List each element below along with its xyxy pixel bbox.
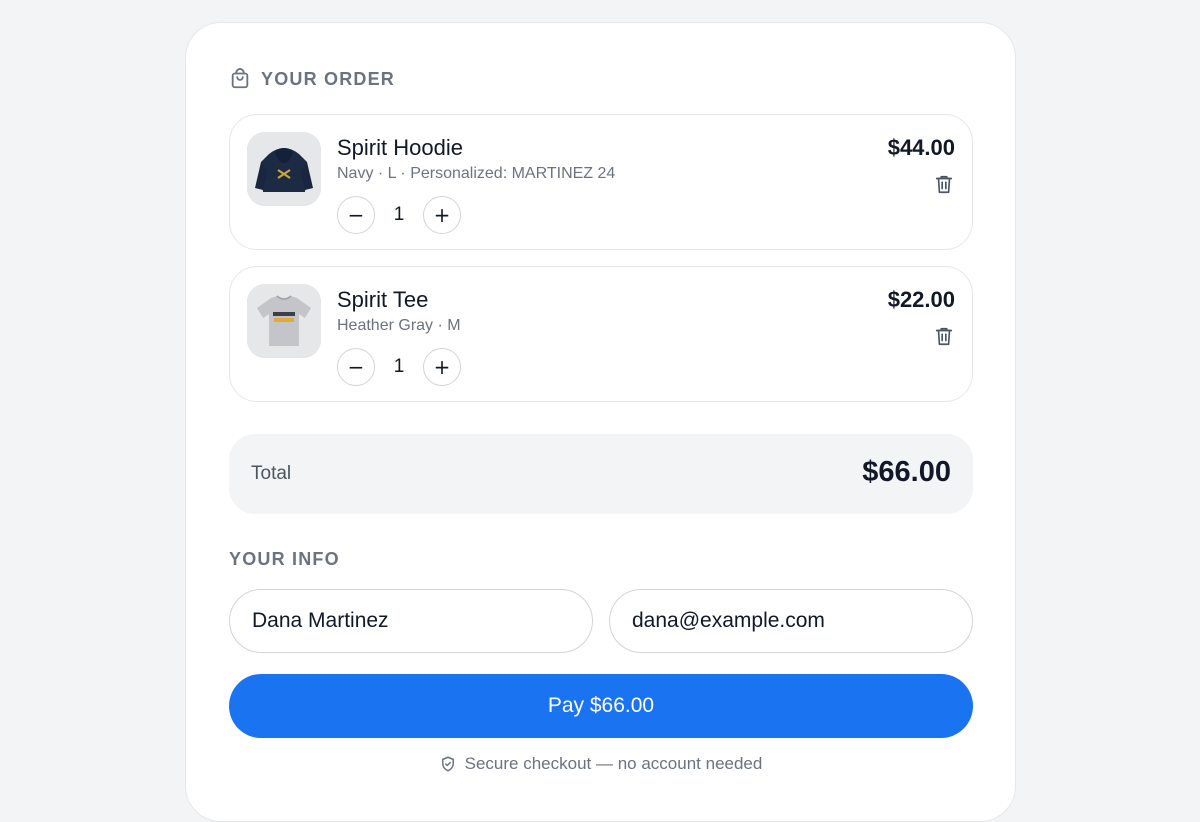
secure-checkout-note: Secure checkout — no account needed: [186, 754, 1015, 774]
quantity-stepper: − 1 +: [337, 348, 461, 386]
hoodie-image: [247, 132, 321, 206]
cart-item: Spirit Tee Heather Gray · M − 1 + $22.00: [229, 266, 973, 402]
info-section-title: YOUR INFO: [229, 549, 340, 569]
item-name: Spirit Tee: [337, 287, 429, 312]
quantity-value: 1: [393, 204, 405, 225]
email-field[interactable]: [609, 589, 973, 653]
decrease-quantity-button[interactable]: −: [337, 196, 375, 234]
quantity-stepper: − 1 +: [337, 196, 461, 234]
item-name: Spirit Hoodie: [337, 135, 463, 160]
decrease-quantity-button[interactable]: −: [337, 348, 375, 386]
trash-icon[interactable]: [933, 173, 955, 195]
tshirt-image: [247, 284, 321, 358]
total-label: Total: [251, 463, 292, 484]
item-details: Navy · L · Personalized: MARTINEZ 24: [337, 165, 616, 182]
order-section-header: YOUR ORDER: [229, 68, 395, 90]
increase-quantity-button[interactable]: +: [423, 196, 461, 234]
shield-check-icon: [441, 756, 454, 772]
item-details: Heather Gray · M: [337, 317, 461, 334]
order-total: Total $66.00: [229, 434, 973, 514]
item-price: $22.00: [887, 287, 955, 312]
total-value: $66.00: [862, 456, 951, 488]
increase-quantity-button[interactable]: +: [423, 348, 461, 386]
quantity-value: 1: [393, 356, 405, 377]
name-field[interactable]: [229, 589, 593, 653]
shopping-bag-icon: [231, 68, 249, 89]
item-price: $44.00: [887, 135, 955, 160]
order-section-title: YOUR ORDER: [261, 68, 396, 89]
pay-button[interactable]: Pay $66.00: [229, 674, 973, 738]
trash-icon[interactable]: [933, 325, 955, 347]
checkout-card: YOUR ORDER Spirit Hoodie Navy · L · Pers…: [185, 22, 1016, 822]
secure-checkout-text: Secure checkout — no account needed: [464, 754, 763, 773]
cart-item: Spirit Hoodie Navy · L · Personalized: M…: [229, 114, 973, 250]
